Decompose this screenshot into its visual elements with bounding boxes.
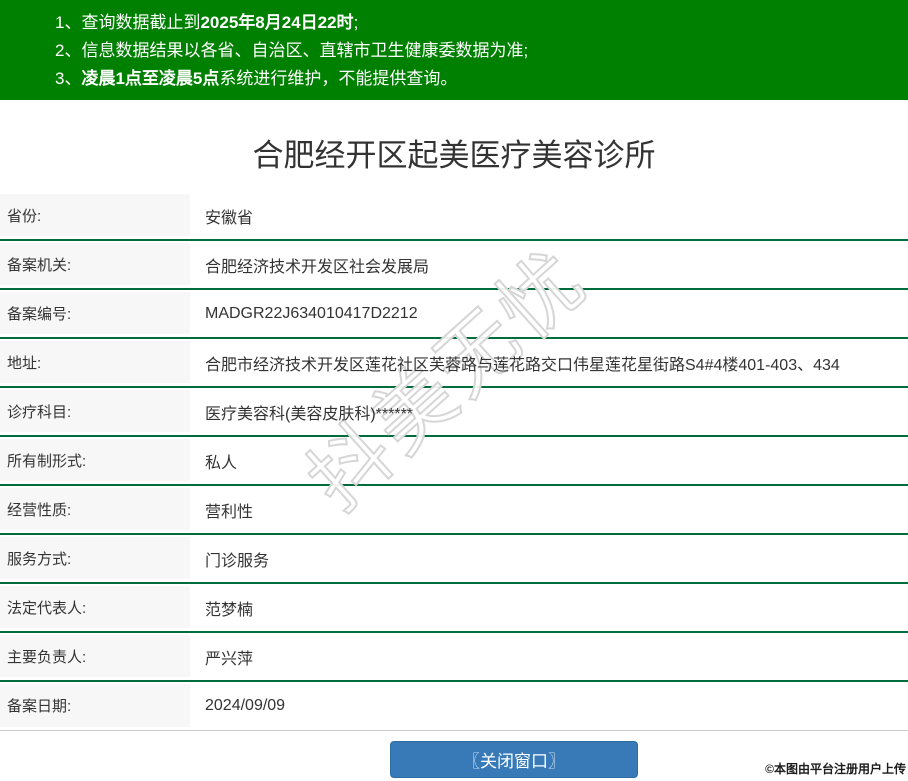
notice-segment: 凌晨1点至凌晨5点	[81, 69, 220, 88]
table-row: 地址: 合肥市经济技术开发区莲花社区芙蓉路与莲花路交口伟星莲花星街路S4#4楼40…	[0, 339, 908, 388]
row-label: 地址:	[0, 341, 190, 383]
row-value-text: 合肥经济技术开发区社会发展局	[205, 258, 430, 276]
page-title: 合肥经开区起美医疗美容诊所	[252, 138, 656, 173]
row-value: 合肥市经济技术开发区莲花社区芙蓉路与莲花路交口伟星莲花星街路S4#4楼401-4…	[190, 339, 908, 386]
row-label: 服务方式:	[0, 537, 190, 579]
table-row: 服务方式: 门诊服务	[0, 535, 908, 584]
row-label: 经营性质:	[0, 488, 190, 530]
notice-segment: ;	[353, 13, 359, 32]
row-value: 合肥经济技术开发区社会发展局	[190, 241, 908, 288]
notice-segment: 2025年8月24日22时	[200, 13, 354, 32]
row-value: 2024/09/09	[190, 682, 908, 730]
table-row: 法定代表人: 范梦楠	[0, 584, 908, 633]
notice-list: 1、查询数据截止到2025年8月24日22时; 2、信息数据结果以各省、自治区、直…	[55, 9, 898, 93]
row-label-text: 经营性质:	[7, 501, 72, 519]
row-value-text: 安徽省	[205, 209, 254, 227]
row-value: 严兴萍	[190, 633, 908, 680]
row-value: 营利性	[190, 486, 908, 533]
notice-segment: 系统进行维护，不能提供查询。	[219, 69, 458, 88]
notice-item: 1、查询数据截止到2025年8月24日22时;	[55, 9, 898, 37]
row-value-text: 范梦楠	[205, 601, 254, 619]
table-row: 主要负责人: 严兴萍	[0, 633, 908, 682]
table-row: 备案编号: MADGR22J634010417D2212	[0, 290, 908, 339]
row-value-text: 私人	[205, 454, 238, 472]
row-label-text: 备案机关:	[7, 256, 72, 274]
row-label-text: 主要负责人:	[7, 648, 87, 666]
row-label-text: 法定代表人:	[7, 599, 87, 617]
notice-bar: 1、查询数据截止到2025年8月24日22时; 2、信息数据结果以各省、自治区、直…	[0, 0, 908, 100]
table-row: 所有制形式: 私人	[0, 437, 908, 486]
row-value: 安徽省	[190, 192, 908, 239]
notice-item: 3、凌晨1点至凌晨5点系统进行维护，不能提供查询。	[55, 65, 898, 93]
notice-segment: 3、	[55, 69, 82, 88]
row-label: 备案日期:	[0, 684, 190, 727]
close-window-button[interactable]: 〖关闭窗口〗	[390, 741, 638, 778]
table-row: 经营性质: 营利性	[0, 486, 908, 535]
row-value: 私人	[190, 437, 908, 484]
row-label: 所有制形式:	[0, 439, 190, 481]
row-value-text: 营利性	[205, 503, 254, 521]
row-label-text: 地址:	[7, 354, 42, 372]
row-value: 门诊服务	[190, 535, 908, 582]
row-value-text: 严兴萍	[205, 650, 254, 668]
row-value-text: 合肥市经济技术开发区莲花社区芙蓉路与莲花路交口伟星莲花星街路S4#4楼401-4…	[205, 356, 840, 374]
row-value: MADGR22J634010417D2212	[190, 290, 908, 337]
notice-item: 2、信息数据结果以各省、自治区、直辖市卫生健康委数据为准;	[55, 37, 898, 65]
row-label-text: 诊疗科目:	[7, 403, 72, 421]
row-label-text: 备案日期:	[7, 698, 72, 715]
table-row: 备案日期: 2024/09/09	[0, 682, 908, 731]
upload-copyright-note: ©本图由平台注册用户上传	[765, 762, 906, 776]
row-value: 医疗美容科(美容皮肤科)******	[190, 388, 908, 435]
row-label: 备案机关:	[0, 243, 190, 285]
notice-segment: 1、查询数据截止到	[55, 13, 201, 32]
row-label-text: 备案编号:	[7, 305, 72, 323]
table-row: 备案机关: 合肥经济技术开发区社会发展局	[0, 241, 908, 290]
row-label-text: 服务方式:	[7, 550, 72, 568]
row-label: 备案编号:	[0, 292, 190, 334]
record-table: 省份: 安徽省备案机关: 合肥经济技术开发区社会发展局备案编号: MADGR22J63…	[0, 192, 908, 731]
row-label: 省份:	[0, 194, 190, 236]
row-label: 诊疗科目:	[0, 390, 190, 432]
table-row: 省份: 安徽省	[0, 192, 908, 241]
row-label-text: 省份:	[7, 207, 42, 225]
row-value-text: MADGR22J634010417D2212	[205, 304, 418, 322]
row-label-text: 所有制形式:	[7, 452, 87, 470]
row-value-text: 医疗美容科(美容皮肤科)******	[205, 405, 414, 423]
row-label: 法定代表人:	[0, 586, 190, 628]
notice-segment: 2、信息数据结果以各省、自治区、直辖市卫生健康委数据为准;	[55, 41, 529, 60]
row-value: 范梦楠	[190, 584, 908, 631]
row-label: 主要负责人:	[0, 635, 190, 677]
row-value-text: 门诊服务	[205, 552, 270, 570]
row-value-text: 2024/09/09	[205, 697, 286, 714]
table-row: 诊疗科目: 医疗美容科(美容皮肤科)******	[0, 388, 908, 437]
